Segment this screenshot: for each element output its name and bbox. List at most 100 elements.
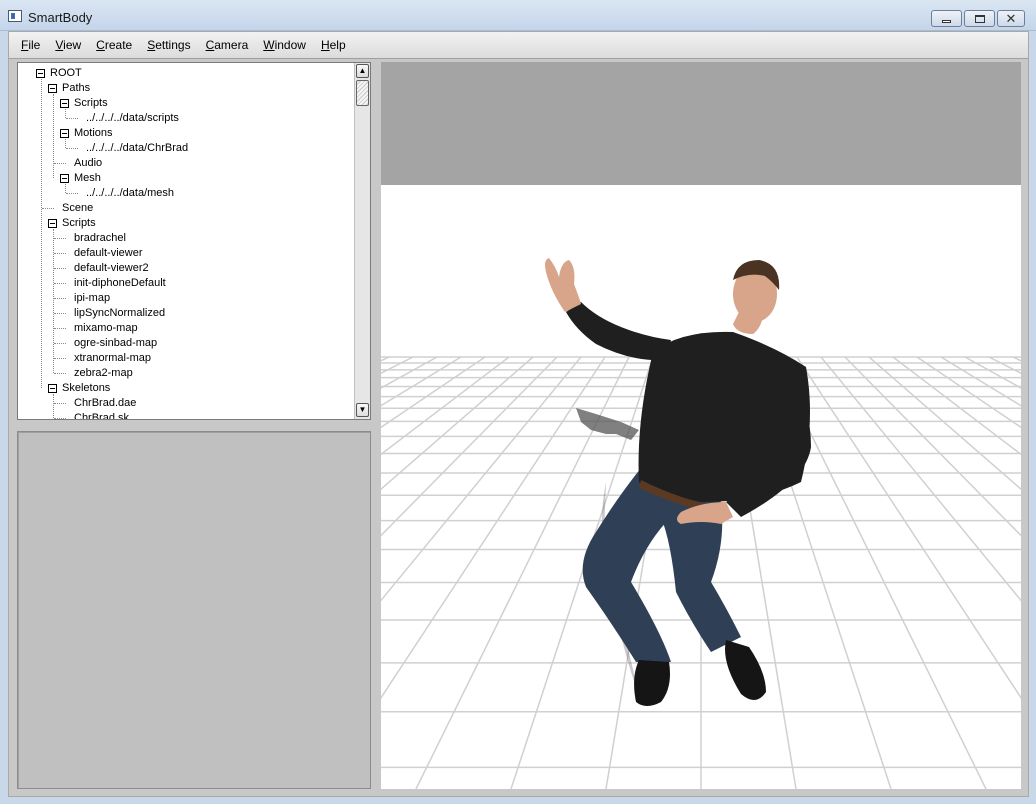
tree-item-label: Mesh (74, 172, 101, 184)
tree-connector (54, 343, 66, 344)
maximize-icon (974, 14, 985, 23)
tree-item[interactable]: ../../../../data/scripts (18, 111, 354, 126)
scroll-thumb[interactable] (356, 80, 369, 106)
tree-item-label: ../../../../data/mesh (86, 187, 175, 199)
close-icon: ✕ (1005, 11, 1017, 26)
tree-item[interactable]: ../../../../data/ChrBrad (18, 141, 354, 156)
tree-item[interactable]: default-viewer2 (18, 261, 354, 276)
close-button[interactable]: ✕ (997, 10, 1025, 27)
tree-connector (66, 148, 78, 149)
tree-item-label: Audio (74, 157, 103, 169)
tree-item[interactable]: ogre-sinbad-map (18, 336, 354, 351)
tree-connector (66, 193, 78, 194)
tree-item[interactable]: Scripts (18, 216, 354, 231)
tree-item[interactable]: Scene (18, 201, 354, 216)
tree-connector (54, 238, 66, 239)
tree-item-label: xtranormal-map (74, 352, 152, 364)
tree-item[interactable]: ipi-map (18, 291, 354, 306)
tree-item-label: ROOT (50, 67, 82, 79)
tree-item-label: zebra2-map (74, 367, 133, 379)
menu-view[interactable]: View (49, 38, 87, 52)
tree-connector (54, 373, 66, 374)
collapse-icon[interactable] (48, 384, 57, 393)
tree-item-label: Skeletons (62, 382, 111, 394)
minimize-icon (942, 20, 951, 23)
app-icon (8, 10, 22, 22)
collapse-icon[interactable] (60, 129, 69, 138)
tree-item[interactable]: ../../../../data/mesh (18, 186, 354, 201)
scene-background (381, 62, 1021, 185)
resource-tree: ROOT Paths Scripts ../../../../data/scripts… (18, 63, 354, 419)
tree-item[interactable]: bradrachel (18, 231, 354, 246)
menu-create[interactable]: Create (90, 38, 138, 52)
tree-item-label: init-diphoneDefault (74, 277, 166, 289)
tree-item[interactable]: zebra2-map (18, 366, 354, 381)
tree-item[interactable]: Scripts (18, 96, 354, 111)
tree-connector (66, 118, 78, 119)
tree-item-label: lipSyncNormalized (74, 307, 166, 319)
tree-connector (54, 298, 66, 299)
3d-scene[interactable] (381, 62, 1021, 789)
tree-guide-line (41, 79, 42, 388)
menu-bar: File View Create Settings Camera Window … (9, 32, 1028, 59)
menu-file[interactable]: File (15, 38, 46, 52)
tree-item-label: Scripts (74, 97, 108, 109)
tree-item-label: bradrachel (74, 232, 126, 244)
tree-item-label: ChrBrad.dae (74, 397, 137, 409)
maximize-button[interactable] (964, 10, 995, 27)
title-bar[interactable]: SmartBody ✕ (0, 0, 1036, 31)
tree-item[interactable]: ChrBrad.dae (18, 396, 354, 411)
tree-item-label: default-viewer2 (74, 262, 149, 274)
menu-settings[interactable]: Settings (141, 38, 196, 52)
tree-item[interactable]: Paths (18, 81, 354, 96)
tree-item-label: ChrBrad.sk (74, 412, 130, 419)
tree-item[interactable]: mixamo-map (18, 321, 354, 336)
tree-guide-line (53, 394, 54, 418)
tree-item[interactable]: default-viewer (18, 246, 354, 261)
tree-item[interactable]: lipSyncNormalized (18, 306, 354, 321)
tree-connector (54, 403, 66, 404)
tree-connector (54, 253, 66, 254)
tree-connector (54, 418, 66, 419)
tree-connector (54, 268, 66, 269)
tree-item-label: Scripts (62, 217, 96, 229)
minimize-button[interactable] (931, 10, 962, 27)
tree-item-label: Paths (62, 82, 91, 94)
tree-item-label: Scene (62, 202, 94, 214)
scroll-up-icon[interactable]: ▲ (356, 64, 369, 78)
collapse-icon[interactable] (60, 174, 69, 183)
collapse-icon[interactable] (60, 99, 69, 108)
tree-item-label: ogre-sinbad-map (74, 337, 158, 349)
tree-item[interactable]: ROOT (18, 66, 354, 81)
tree-item-label: Motions (74, 127, 113, 139)
tree-item[interactable]: Motions (18, 126, 354, 141)
menu-help[interactable]: Help (315, 38, 352, 52)
tree-guide-line (65, 184, 66, 193)
tree-connector (54, 283, 66, 284)
tree-item[interactable]: xtranormal-map (18, 351, 354, 366)
menu-window[interactable]: Window (257, 38, 312, 52)
collapse-icon[interactable] (48, 84, 57, 93)
attribute-panel (17, 431, 371, 789)
tree-guide-line (53, 229, 54, 373)
window-title: SmartBody (28, 10, 93, 25)
tree-guide-line (65, 109, 66, 118)
tree-connector (54, 313, 66, 314)
collapse-icon[interactable] (48, 219, 57, 228)
collapse-icon[interactable] (36, 69, 45, 78)
tree-connector (54, 358, 66, 359)
scroll-down-icon[interactable]: ▼ (356, 403, 369, 417)
tree-connector (54, 328, 66, 329)
tree-item[interactable]: init-diphoneDefault (18, 276, 354, 291)
3d-viewport[interactable] (381, 62, 1021, 789)
tree-item[interactable]: Audio (18, 156, 354, 171)
tree-guide-line (65, 139, 66, 148)
tree-scrollbar[interactable]: ▲ ▼ (354, 63, 370, 419)
menu-camera[interactable]: Camera (200, 38, 255, 52)
tree-item-label: ../../../../data/scripts (86, 112, 179, 124)
tree-connector (42, 208, 54, 209)
tree-item-label: ipi-map (74, 292, 111, 304)
tree-item[interactable]: Mesh (18, 171, 354, 186)
tree-item[interactable]: ChrBrad.sk (18, 411, 354, 419)
tree-item[interactable]: Skeletons (18, 381, 354, 396)
